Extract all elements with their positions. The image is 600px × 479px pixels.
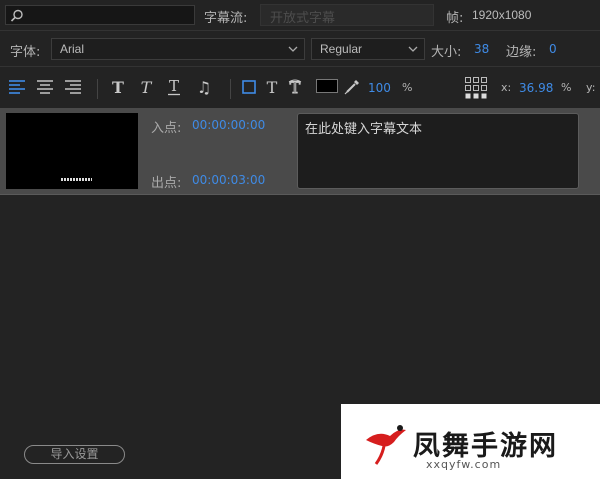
italic-icon[interactable]: T (138, 78, 154, 96)
font-label: 字体: (10, 45, 41, 60)
watermark-url: xxqyfw.com (426, 458, 502, 471)
svg-text:T: T (141, 78, 153, 96)
in-point-label: 入点: (151, 121, 182, 136)
chevron-down-icon (408, 46, 418, 52)
size-label: 大小: (431, 45, 462, 60)
opacity-unit: % (402, 81, 413, 94)
svg-text:T: T (112, 78, 124, 96)
opacity-value[interactable]: 100 (368, 81, 391, 95)
caption-text-field[interactable]: 在此处键入字幕文本 (297, 113, 579, 189)
font-family-dropdown[interactable]: Arial (51, 38, 305, 60)
music-note-icon[interactable]: ♫ (196, 78, 212, 96)
x-position-value[interactable]: 36.98 (519, 81, 553, 95)
top-divider (0, 30, 600, 31)
edge-value[interactable]: 0 (549, 42, 557, 56)
color-swatch-fill (317, 80, 337, 92)
in-point-time[interactable]: 00:00:00:00 (192, 118, 265, 132)
search-icon (10, 9, 23, 22)
text-outline-icon[interactable]: T (286, 78, 304, 96)
font-divider (0, 66, 600, 67)
toolbar-divider (230, 79, 231, 99)
bold-icon[interactable]: T (110, 78, 126, 96)
x-unit: % (561, 81, 572, 94)
font-style-value: Regular (320, 42, 363, 56)
align-left-icon[interactable] (8, 78, 26, 96)
search-field[interactable] (5, 5, 195, 25)
underline-icon[interactable]: T (166, 78, 182, 96)
svg-text:T: T (169, 78, 179, 95)
background-box-icon[interactable] (241, 78, 257, 96)
align-right-icon[interactable] (64, 78, 82, 96)
out-point-label: 出点: (151, 176, 182, 191)
toolbar-divider (97, 79, 98, 99)
x-label: x: (501, 81, 512, 94)
import-settings-button[interactable]: 导入设置 (24, 445, 125, 464)
color-swatch[interactable] (316, 79, 338, 93)
chevron-down-icon (288, 46, 298, 52)
eyedropper-icon[interactable] (343, 78, 361, 96)
text-color-icon[interactable]: T (264, 78, 280, 96)
font-style-dropdown[interactable]: Regular (311, 38, 425, 60)
svg-text:T: T (267, 78, 278, 96)
font-family-value: Arial (60, 42, 85, 56)
size-value[interactable]: 38 (474, 42, 489, 56)
search-input[interactable] (26, 7, 195, 25)
svg-text:♫: ♫ (197, 78, 211, 96)
position-grid-icon[interactable] (464, 76, 488, 100)
frame-size-value: 1920x1080 (472, 8, 532, 22)
thumbnail-caption-preview (61, 178, 92, 181)
align-center-icon[interactable] (36, 78, 54, 96)
caption-stream-label: 字幕流: (204, 11, 248, 26)
y-label: y: (586, 81, 596, 94)
out-point-time[interactable]: 00:00:03:00 (192, 173, 265, 187)
frame-label: 帧: (446, 11, 464, 26)
phoenix-logo-icon (366, 425, 406, 465)
edge-label: 边缘: (506, 45, 537, 60)
caption-stream-select[interactable]: 开放式字幕 (260, 4, 434, 26)
